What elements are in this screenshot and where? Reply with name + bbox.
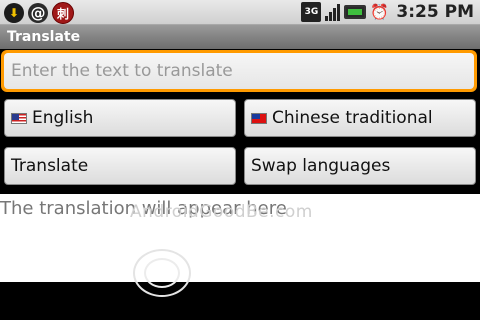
status-bar: ⬇ @ 刺 3G ⏰ 3:25 PM: [0, 0, 480, 25]
watermark-logo-icon: [133, 249, 191, 297]
translate-input[interactable]: [4, 53, 474, 89]
app-title: Translate: [7, 29, 81, 45]
swap-languages-button[interactable]: Swap languages: [244, 147, 476, 185]
app-title-bar: Translate: [0, 25, 480, 49]
source-language-button[interactable]: English: [4, 99, 236, 137]
translate-input-container: [1, 50, 477, 92]
battery-icon: [344, 5, 367, 19]
signal-icon: [325, 3, 341, 21]
notification-icons: ⬇ @ 刺: [4, 2, 74, 24]
target-language-label: Chinese traditional: [272, 108, 433, 128]
target-language-button[interactable]: Chinese traditional: [244, 99, 476, 137]
status-clock: 3:25 PM: [396, 2, 474, 22]
3g-icon: 3G: [301, 2, 322, 22]
at-icon[interactable]: @: [28, 3, 48, 23]
translate-button-label: Translate: [11, 156, 89, 176]
download-icon[interactable]: ⬇: [4, 3, 24, 23]
app-icon[interactable]: 刺: [52, 2, 74, 24]
taiwan-flag-icon: [251, 112, 267, 124]
alarm-icon: ⏰: [370, 3, 389, 21]
swap-languages-button-label: Swap languages: [251, 156, 391, 176]
watermark-text: AndroidGoodBe.com: [130, 202, 313, 222]
us-flag-icon: [11, 112, 27, 124]
system-icons: 3G ⏰ 3:25 PM: [301, 1, 474, 23]
translation-output: The translation will appear here Android…: [0, 194, 480, 297]
translate-button[interactable]: Translate: [4, 147, 236, 185]
source-language-label: English: [32, 108, 94, 128]
